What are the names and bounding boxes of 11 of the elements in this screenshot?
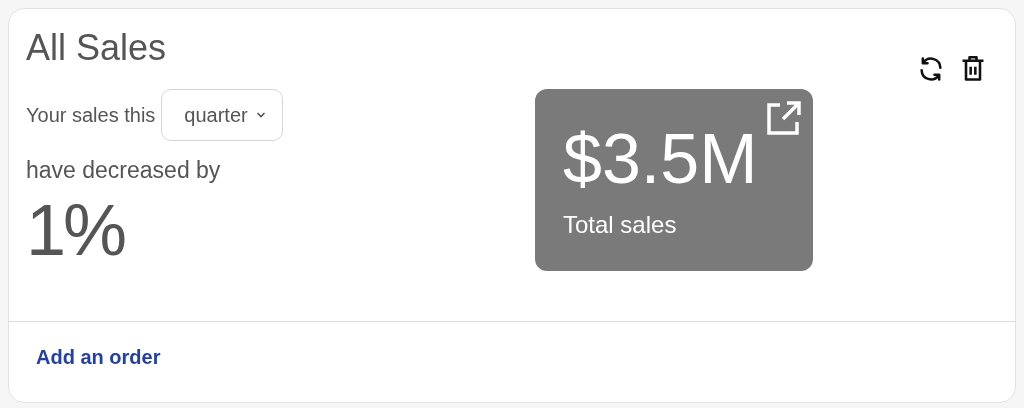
stat-value: $3.5M [563,119,759,199]
period-dropdown[interactable]: quarter [161,89,283,141]
refresh-icon[interactable] [917,55,945,83]
change-value: 1% [26,190,126,270]
card-title: All Sales [26,27,167,69]
add-order-link[interactable]: Add an order [36,346,161,368]
stat-label: Total sales [563,211,678,239]
trend-text: have decreased by [26,157,222,184]
chevron-icon [255,111,266,119]
summary-lead: Your sales this [26,103,156,127]
external-link-icon[interactable] [765,99,803,137]
